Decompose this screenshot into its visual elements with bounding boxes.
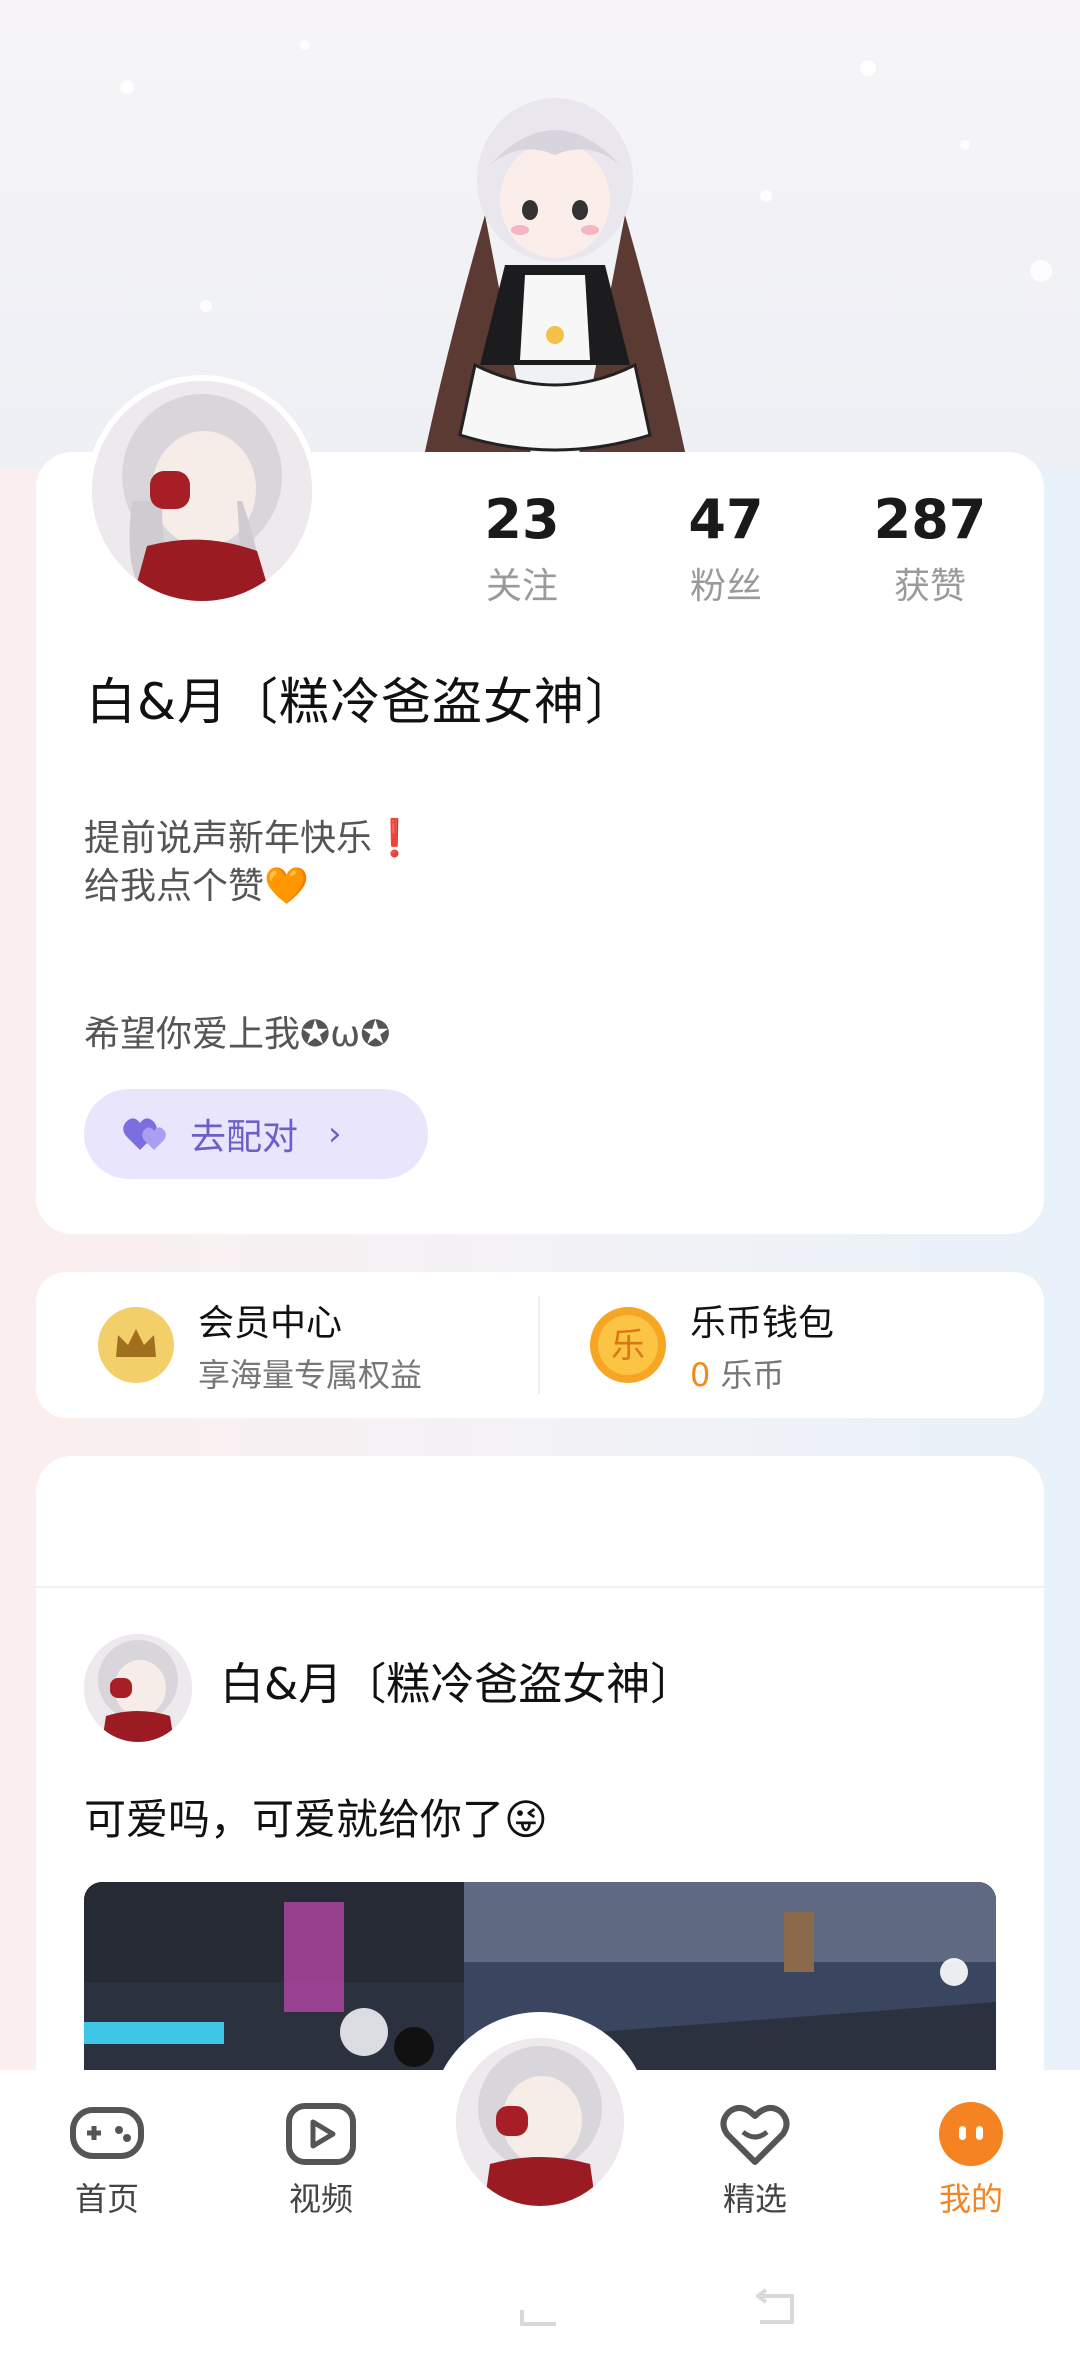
wallet-balance-value: 0	[690, 1356, 711, 1394]
wallet-title: 乐币钱包	[690, 1303, 835, 1344]
nav-featured[interactable]: 精选	[680, 2100, 830, 2220]
nav-me-label: 我的	[938, 2180, 1003, 2218]
double-heart-icon	[123, 1118, 166, 1150]
system-recent-icon[interactable]	[516, 2290, 566, 2330]
stat-fans[interactable]: 47 粉丝	[636, 487, 816, 609]
profile-nickname: 白&月〔糕冷爸盗女神〕	[86, 673, 636, 731]
snow-particle	[200, 300, 212, 312]
bio-line: 提前说声新年快乐❗	[84, 818, 417, 859]
member-center-entry[interactable]: 会员中心 享海量专属权益	[96, 1272, 422, 1418]
stat-following[interactable]: 23 关注	[432, 487, 612, 609]
chevron-right-icon: ›	[328, 1114, 342, 1154]
nav-home-label: 首页	[74, 2180, 139, 2218]
snow-particle	[1030, 260, 1052, 282]
fans-label: 粉丝	[689, 566, 762, 607]
system-back-icon[interactable]	[752, 2286, 802, 2330]
following-label: 关注	[485, 566, 558, 607]
gamepad-icon	[70, 2107, 144, 2159]
following-count: 23	[484, 488, 560, 551]
nav-video-label: 视频	[288, 2180, 353, 2218]
avatar-illustration	[92, 381, 312, 601]
crown-icon	[98, 1307, 174, 1383]
pair-button-label: 去配对	[190, 1117, 299, 1158]
wallet-balance: 0 乐币	[690, 1350, 834, 1396]
snow-particle	[760, 190, 772, 202]
post-author-avatar[interactable]	[84, 1634, 192, 1742]
wallet-entry[interactable]: 乐 乐币钱包 0 乐币	[588, 1272, 834, 1418]
member-center-subtitle: 享海量专属权益	[198, 1356, 423, 1394]
stat-likes[interactable]: 287 获赞	[840, 487, 1020, 609]
divider	[538, 1296, 540, 1394]
coin-glyph: 乐	[611, 1326, 645, 1366]
nav-home[interactable]: 首页	[32, 2100, 182, 2220]
bio-line: 希望你爱上我✪ω✪	[84, 1014, 391, 1055]
nav-video[interactable]: 视频	[246, 2100, 396, 2220]
snow-particle	[120, 80, 134, 94]
bio-line: 给我点个赞🧡	[84, 866, 309, 907]
snow-particle	[860, 60, 876, 76]
avatar-illustration	[456, 2038, 624, 2206]
profile-bio: 提前说声新年快乐❗ 给我点个赞🧡 希望你爱上我✪ω✪	[84, 815, 417, 1059]
profile-dots-icon	[939, 2102, 1003, 2166]
profile-avatar[interactable]	[86, 375, 318, 607]
nav-me[interactable]: 我的	[896, 2100, 1046, 2220]
snow-particle	[300, 40, 310, 50]
pair-button[interactable]: 去配对 ›	[84, 1089, 428, 1179]
avatar-illustration	[84, 1634, 192, 1742]
wallet-balance-unit: 乐币	[720, 1356, 785, 1394]
video-play-icon	[286, 2103, 356, 2165]
center-avatar-button[interactable]	[456, 2038, 624, 2206]
member-wallet-card: 会员中心 享海量专属权益 乐 乐币钱包 0 乐币	[36, 1272, 1044, 1418]
maid-character-illustration	[421, 98, 689, 470]
likes-count: 287	[873, 488, 987, 551]
divider	[36, 1586, 1044, 1588]
snow-particle	[960, 140, 970, 150]
heart-chat-icon	[720, 2104, 790, 2165]
nav-featured-label: 精选	[722, 2180, 787, 2218]
post-author-name[interactable]: 白&月〔糕冷爸盗女神〕	[220, 1648, 694, 1712]
likes-label: 获赞	[893, 566, 966, 607]
member-center-title: 会员中心	[198, 1303, 343, 1344]
post-text: 可爱吗，可爱就给你了😜	[84, 1795, 548, 1844]
coin-icon: 乐	[590, 1307, 666, 1383]
fans-count: 47	[688, 488, 764, 551]
